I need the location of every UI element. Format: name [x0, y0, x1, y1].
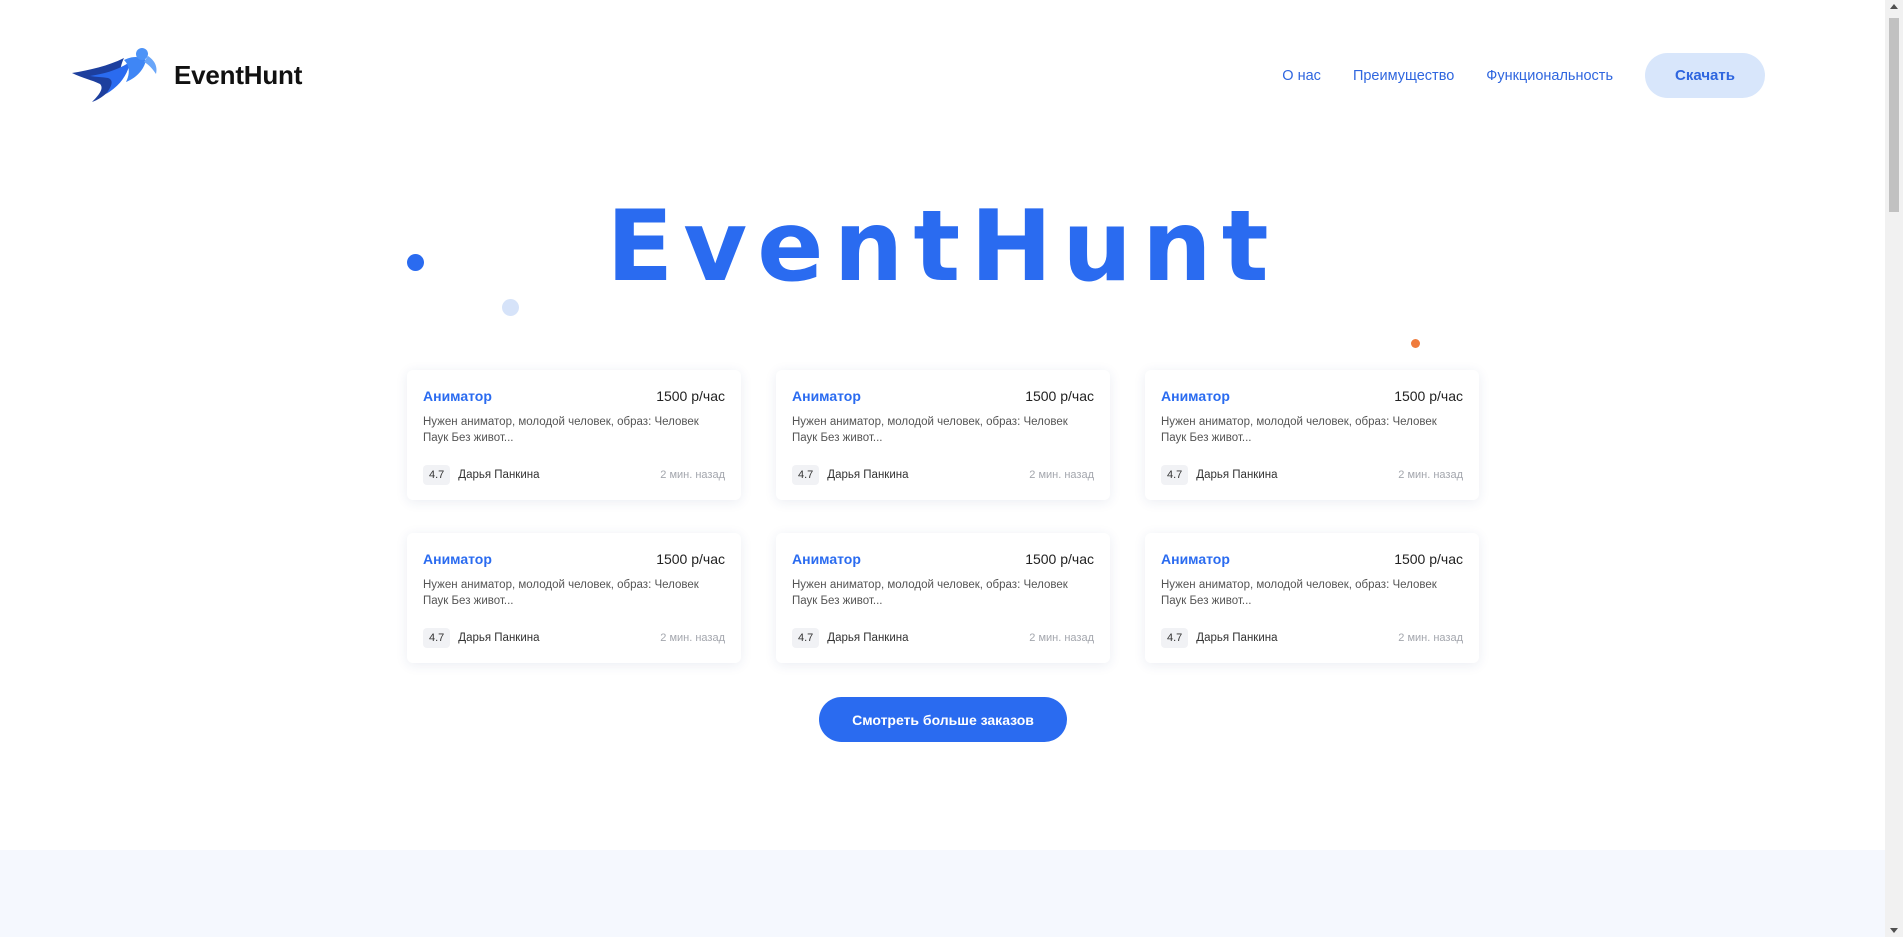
order-description: Нужен аниматор, молодой человек, образ: …	[1161, 579, 1437, 607]
order-title: Аниматор	[423, 388, 492, 404]
posted-time: 2 мин. назад	[1398, 469, 1463, 481]
order-price: 1500 р/час	[656, 551, 725, 567]
rating-badge: 4.7	[792, 628, 820, 648]
order-price: 1500 р/час	[1394, 551, 1463, 567]
posted-time: 2 мин. назад	[660, 632, 725, 644]
author-name: Дарья Панкина	[827, 469, 909, 481]
rating-badge: 4.7	[792, 465, 820, 485]
author-name: Дарья Панкина	[1196, 469, 1278, 481]
rating-badge: 4.7	[1161, 628, 1189, 648]
order-cards-grid: Аниматор 1500 р/час Нужен аниматор, моло…	[407, 370, 1479, 663]
logo[interactable]: EventHunt	[70, 46, 302, 104]
scrollbar-thumb[interactable]	[1889, 18, 1899, 212]
order-title: Аниматор	[792, 551, 861, 567]
rating-badge: 4.7	[423, 628, 451, 648]
more-orders-button[interactable]: Смотреть больше заказов	[819, 697, 1067, 742]
order-price: 1500 р/час	[1025, 551, 1094, 567]
posted-time: 2 мин. назад	[1029, 632, 1094, 644]
scroll-up-arrow-icon[interactable]	[1890, 4, 1898, 9]
order-price: 1500 р/час	[656, 388, 725, 404]
next-section-background	[0, 850, 1885, 937]
author-name: Дарья Панкина	[458, 469, 540, 481]
nav-link-features[interactable]: Функциональность	[1486, 68, 1613, 84]
site-header: EventHunt О нас Преимущество Функциональ…	[0, 0, 1885, 150]
main-nav: О нас Преимущество Функциональность Скач…	[1282, 53, 1765, 98]
order-price: 1500 р/час	[1394, 388, 1463, 404]
order-description: Нужен аниматор, молодой человек, образ: …	[423, 416, 699, 444]
brand-name: EventHunt	[174, 59, 303, 90]
hero-title: EventHunt	[606, 190, 1279, 304]
download-button[interactable]: Скачать	[1645, 53, 1765, 98]
nav-link-advantages[interactable]: Преимущество	[1353, 68, 1454, 84]
order-description: Нужен аниматор, молодой человек, образ: …	[1161, 416, 1437, 444]
decorative-dot-light	[502, 299, 519, 316]
flying-hero-logo-icon	[72, 48, 157, 102]
order-title: Аниматор	[792, 388, 861, 404]
posted-time: 2 мин. назад	[660, 469, 725, 481]
order-card[interactable]: Аниматор 1500 р/час Нужен аниматор, моло…	[776, 533, 1110, 663]
posted-time: 2 мин. назад	[1029, 469, 1094, 481]
order-card[interactable]: Аниматор 1500 р/час Нужен аниматор, моло…	[407, 533, 741, 663]
nav-link-about[interactable]: О нас	[1282, 68, 1321, 84]
page-scrollbar[interactable]	[1885, 0, 1903, 937]
order-card[interactable]: Аниматор 1500 р/час Нужен аниматор, моло…	[1145, 533, 1479, 663]
rating-badge: 4.7	[1161, 465, 1189, 485]
order-description: Нужен аниматор, молодой человек, образ: …	[792, 579, 1068, 607]
decorative-dot-orange	[1411, 339, 1420, 348]
order-card[interactable]: Аниматор 1500 р/час Нужен аниматор, моло…	[776, 370, 1110, 500]
order-description: Нужен аниматор, молодой человек, образ: …	[792, 416, 1068, 444]
author-name: Дарья Панкина	[1196, 632, 1278, 644]
order-card[interactable]: Аниматор 1500 р/час Нужен аниматор, моло…	[407, 370, 741, 500]
author-name: Дарья Панкина	[827, 632, 909, 644]
posted-time: 2 мин. назад	[1398, 632, 1463, 644]
order-description: Нужен аниматор, молодой человек, образ: …	[423, 579, 699, 607]
landing-page: EventHunt О нас Преимущество Функциональ…	[0, 0, 1885, 937]
rating-badge: 4.7	[423, 465, 451, 485]
order-title: Аниматор	[1161, 388, 1230, 404]
scroll-down-arrow-icon[interactable]	[1890, 928, 1898, 933]
order-title: Аниматор	[1161, 551, 1230, 567]
order-title: Аниматор	[423, 551, 492, 567]
order-card[interactable]: Аниматор 1500 р/час Нужен аниматор, моло…	[1145, 370, 1479, 500]
author-name: Дарья Панкина	[458, 632, 540, 644]
order-price: 1500 р/час	[1025, 388, 1094, 404]
